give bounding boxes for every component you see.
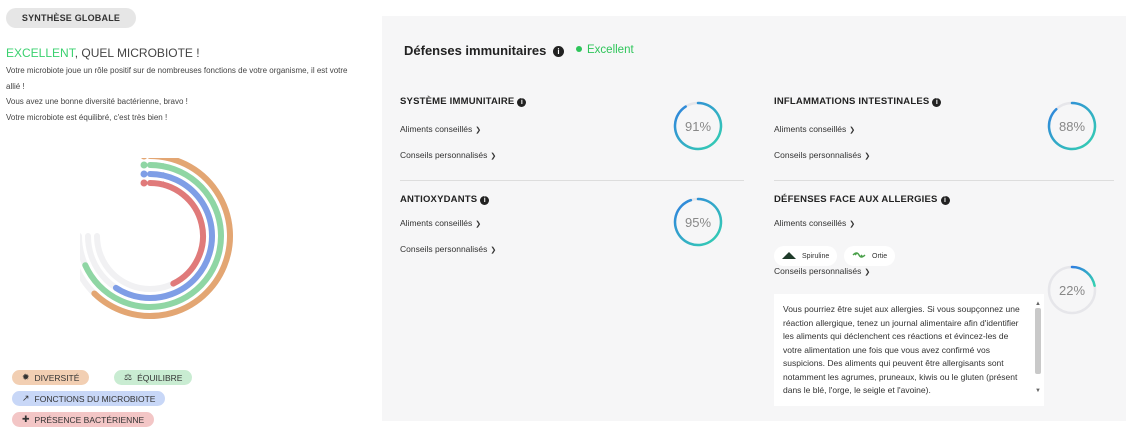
card-title: DÉFENSES FACE AUX ALLERGIES i xyxy=(774,194,1114,205)
score-gauge: 88% xyxy=(1046,100,1098,152)
summary-line: Votre microbiote est équilibré, c'est tr… xyxy=(6,112,168,122)
immune-defense-panel: Défenses immunitaires i Excellent SYSTÈM… xyxy=(382,16,1126,421)
advice-text: Vous pourriez être sujet aux allergies. … xyxy=(783,304,1020,395)
scroll-down-icon[interactable]: ▼ xyxy=(1034,385,1042,399)
microbiome-rings-chart: 83 % 91 % 79 % 57 % xyxy=(80,158,233,319)
personal-advice-toggle[interactable]: Conseils personnalisés ❯ xyxy=(400,244,496,254)
info-icon[interactable]: i xyxy=(517,98,527,107)
chevron-down-icon: ❯ xyxy=(864,153,871,160)
tag-label: FONCTIONS DU MICROBIOTE xyxy=(34,393,156,404)
personal-advice-toggle[interactable]: Conseils personnalisés ❯ xyxy=(774,266,870,276)
chevron-down-icon: ❯ xyxy=(475,127,482,134)
tag-diversite[interactable]: ✹ DIVERSITÉ xyxy=(12,370,90,385)
scroll-thumb[interactable] xyxy=(1035,308,1041,374)
status-dot-icon xyxy=(576,46,582,52)
ring-legend-dot xyxy=(140,179,148,187)
recommended-foods-toggle[interactable]: Aliments conseillés ❯ xyxy=(400,218,481,228)
advice-scroll-box[interactable]: Vous pourriez être sujet aux allergies. … xyxy=(774,294,1044,406)
score-gauge: 22% xyxy=(1046,264,1098,316)
recommended-foods-toggle[interactable]: Aliments conseillés ❯ xyxy=(400,124,481,134)
chevron-down-icon: ❯ xyxy=(490,247,497,254)
synthesis-tab[interactable]: SYNTHÈSE GLOBALE xyxy=(6,8,136,28)
tag-label: PRÉSENCE BACTÉRIENNE xyxy=(34,414,145,425)
chevron-down-icon: ❯ xyxy=(849,221,856,228)
summary-line: Vous avez une bonne diversité bactérienn… xyxy=(6,97,188,106)
ring-label: 83 % xyxy=(151,158,165,161)
tag-label: ÉQUILIBRE xyxy=(137,372,183,383)
headline-rest: , QUEL MICROBIOTE ! xyxy=(74,46,200,60)
wrench-icon: ↗ xyxy=(22,393,30,403)
virus-icon: ✹ xyxy=(22,372,30,382)
status-indicator: Excellent xyxy=(576,44,634,56)
summary-text: Votre microbiote joue un rôle positif su… xyxy=(6,63,356,125)
ring-arc xyxy=(112,171,215,301)
card-inflammations-intestinales: INFLAMMATIONS INTESTINALES i Aliments con… xyxy=(774,96,1114,176)
info-icon[interactable]: i xyxy=(480,196,490,205)
panel-title: Défenses immunitaires i xyxy=(404,43,564,58)
card-systeme-immunitaire: SYSTÈME IMMUNITAIRE i Aliments conseillés… xyxy=(400,96,744,176)
tag-fonctions[interactable]: ↗ FONCTIONS DU MICROBIOTE xyxy=(12,391,166,406)
ring-legend-dot xyxy=(140,170,148,178)
chevron-down-icon: ❯ xyxy=(864,269,871,276)
chevron-down-icon: ❯ xyxy=(849,127,856,134)
info-icon[interactable]: i xyxy=(932,98,942,107)
food-chip[interactable]: Ortie xyxy=(844,246,896,266)
score-gauge: 91% xyxy=(672,100,724,152)
tag-equilibre[interactable]: ⚖ ÉQUILIBRE xyxy=(114,370,193,385)
tag-label: DIVERSITÉ xyxy=(34,372,80,383)
card-antioxydants: ANTIOXYDANTS i Aliments conseillés ❯ Conse… xyxy=(400,194,744,274)
spirulina-icon xyxy=(782,251,796,261)
nettle-icon xyxy=(852,251,866,261)
personal-advice-toggle[interactable]: Conseils personnalisés ❯ xyxy=(774,150,870,160)
ring-label: 79 % xyxy=(151,173,165,179)
tag-presence[interactable]: ✚ PRÉSENCE BACTÉRIENNE xyxy=(12,412,155,427)
food-chip[interactable]: Spiruline xyxy=(774,246,838,266)
scale-icon: ⚖ xyxy=(124,372,133,382)
recommended-foods-toggle[interactable]: Aliments conseillés ❯ xyxy=(774,218,855,228)
divider xyxy=(774,180,1114,181)
ring-label: 91 % xyxy=(151,164,165,170)
ring-arc xyxy=(147,180,206,287)
bacteria-icon: ✚ xyxy=(22,414,30,424)
chevron-down-icon: ❯ xyxy=(475,221,482,228)
recommended-foods-toggle[interactable]: Aliments conseillés ❯ xyxy=(774,124,855,134)
info-icon[interactable]: i xyxy=(552,46,564,57)
chevron-down-icon: ❯ xyxy=(490,153,497,160)
headline-accent: EXCELLENT xyxy=(6,46,75,60)
info-icon[interactable]: i xyxy=(940,196,950,205)
scrollbar[interactable]: ▲ ▼ xyxy=(1034,298,1042,398)
ring-label: 57 % xyxy=(151,182,165,188)
divider xyxy=(400,180,744,181)
synthesis-column: SYNTHÈSE GLOBALE EXCELLENT, QUEL MICROBI… xyxy=(0,0,370,427)
headline: EXCELLENT, QUEL MICROBIOTE ! xyxy=(6,46,200,60)
personal-advice-toggle[interactable]: Conseils personnalisés ❯ xyxy=(400,150,496,160)
ring-legend-dot xyxy=(141,158,147,160)
score-gauge: 95% xyxy=(672,196,724,248)
ring-legend-dot xyxy=(140,161,148,169)
summary-line: Votre microbiote joue un rôle positif su… xyxy=(6,66,348,91)
